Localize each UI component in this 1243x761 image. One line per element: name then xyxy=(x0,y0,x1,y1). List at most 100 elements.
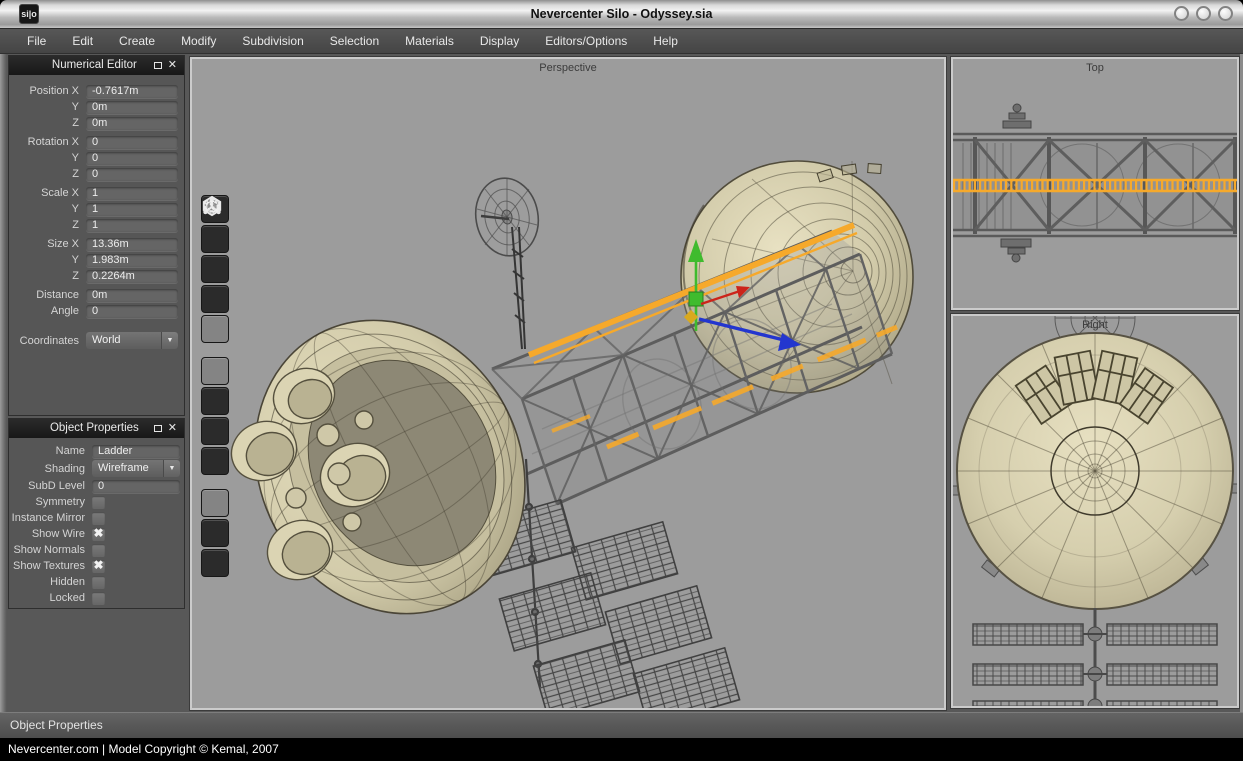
menu-item-help[interactable]: Help xyxy=(640,29,691,53)
input-z[interactable]: 0.2264m xyxy=(86,270,178,283)
input-y[interactable]: 0 xyxy=(86,152,178,165)
field-label: Show Wire xyxy=(9,528,85,540)
field-label: SubD Level xyxy=(9,480,85,492)
multi-mode-button[interactable] xyxy=(201,315,229,343)
property-row: Y0 xyxy=(9,150,184,166)
window-controls xyxy=(1174,6,1233,21)
numerical-editor-header[interactable]: Numerical Editor ✕ xyxy=(9,55,184,75)
object-mode-button[interactable] xyxy=(201,285,229,313)
menu-bar: FileEditCreateModifySubdivisionSelection… xyxy=(0,28,1243,54)
field-label: Name xyxy=(9,445,85,457)
field-label: Show Normals xyxy=(9,544,85,556)
rect-select-button[interactable] xyxy=(201,519,229,547)
field-label: Z xyxy=(9,270,79,282)
property-row: Instance Mirror xyxy=(9,510,184,526)
maximize-button[interactable] xyxy=(1196,6,1211,21)
property-row: Z0 xyxy=(9,166,184,182)
checkbox-symmetry[interactable] xyxy=(92,496,105,509)
menu-item-edit[interactable]: Edit xyxy=(59,29,106,53)
field-label: Symmetry xyxy=(9,496,85,508)
restore-icon[interactable] xyxy=(154,62,162,69)
dish-antenna xyxy=(470,173,545,349)
input-z[interactable]: 0 xyxy=(86,168,178,181)
paint-select-button[interactable] xyxy=(201,489,229,517)
property-row: Show Normals xyxy=(9,542,184,558)
right-viewport[interactable]: Right xyxy=(951,314,1239,708)
menu-item-materials[interactable]: Materials xyxy=(392,29,467,53)
dropdown-shading[interactable]: Wireframe▼ xyxy=(92,460,180,477)
perspective-viewport[interactable]: Perspective xyxy=(190,57,946,710)
input-y[interactable]: 1.983m xyxy=(86,254,178,267)
window-title: Nevercenter Silo - Odyssey.sia xyxy=(0,7,1243,21)
status-bar: Object Properties xyxy=(0,712,1243,738)
close-button[interactable] xyxy=(1218,6,1233,21)
main-content: Numerical Editor ✕ Position X-0.7617mY0m… xyxy=(0,54,1243,712)
input-name[interactable]: Ladder xyxy=(92,445,180,458)
panel-title: Object Properties xyxy=(9,422,154,434)
input-distance[interactable]: 0m xyxy=(86,289,178,302)
chevron-down-icon[interactable]: ▼ xyxy=(161,332,178,349)
checkbox-show-textures[interactable]: ✖ xyxy=(92,560,105,573)
top-scene xyxy=(953,59,1237,308)
checkbox-show-normals[interactable] xyxy=(92,544,105,557)
restore-icon[interactable] xyxy=(154,425,162,432)
lasso-select-icon xyxy=(201,195,223,217)
solar-boom xyxy=(526,459,541,687)
input-y[interactable]: 1 xyxy=(86,203,178,216)
menu-item-display[interactable]: Display xyxy=(467,29,532,53)
field-group: Distance0mAngle0 xyxy=(9,287,184,319)
input-z[interactable]: 0m xyxy=(86,117,178,130)
chevron-down-icon[interactable]: ▼ xyxy=(163,460,180,477)
checkbox-hidden[interactable] xyxy=(92,576,105,589)
input-rotation-x[interactable]: 0 xyxy=(86,136,178,149)
dock-edge-left xyxy=(0,54,7,712)
field-group: Size X13.36mY1.983mZ0.2264m xyxy=(9,236,184,284)
edge-mode-button[interactable] xyxy=(201,225,229,253)
top-viewport[interactable]: Top xyxy=(951,57,1239,310)
property-row: SubD Level 0 xyxy=(9,478,184,494)
viewport-toolbar xyxy=(201,195,231,579)
viewport-label-top: Top xyxy=(953,62,1237,74)
numerical-editor-panel: Numerical Editor ✕ Position X-0.7617mY0m… xyxy=(8,55,185,416)
property-row: Hidden xyxy=(9,574,184,590)
field-label: Z xyxy=(9,117,79,129)
field-label: Y xyxy=(9,101,79,113)
title-bar[interactable]: si|o Nevercenter Silo - Odyssey.sia xyxy=(0,0,1243,28)
checkbox-show-wire[interactable]: ✖ xyxy=(92,528,105,541)
input-y[interactable]: 0m xyxy=(86,101,178,114)
rotate-tool-button[interactable] xyxy=(201,387,229,415)
input-size-x[interactable]: 13.36m xyxy=(86,238,178,251)
property-row: Y1.983m xyxy=(9,252,184,268)
footer-text: Nevercenter.com | Model Copyright © Kema… xyxy=(8,742,279,756)
input-z[interactable]: 1 xyxy=(86,219,178,232)
input-angle[interactable]: 0 xyxy=(86,305,178,318)
scale-tool-button[interactable] xyxy=(201,417,229,445)
object-properties-panel: Object Properties ✕ NameLadderShadingWir… xyxy=(8,418,185,609)
property-row: Symmetry xyxy=(9,494,184,510)
minimize-button[interactable] xyxy=(1174,6,1189,21)
menu-item-subdivision[interactable]: Subdivision xyxy=(229,29,316,53)
input-position-x[interactable]: -0.7617m xyxy=(86,85,178,98)
input-scale-x[interactable]: 1 xyxy=(86,187,178,200)
property-row: Name Ladder xyxy=(9,443,184,459)
field-label: Y xyxy=(9,203,79,215)
menu-item-create[interactable]: Create xyxy=(106,29,168,53)
input-subd-level[interactable]: 0 xyxy=(92,480,180,493)
menu-item-selection[interactable]: Selection xyxy=(317,29,392,53)
check-icon: ✖ xyxy=(92,558,105,572)
sphere-front-view xyxy=(957,333,1233,609)
close-icon[interactable]: ✕ xyxy=(168,423,177,433)
field-label: Show Textures xyxy=(9,560,85,572)
dropdown-coordinates[interactable]: World▼ xyxy=(86,332,178,349)
menu-item-editors-options[interactable]: Editors/Options xyxy=(532,29,640,53)
menu-item-file[interactable]: File xyxy=(14,29,59,53)
face-mode-button[interactable] xyxy=(201,255,229,283)
close-icon[interactable]: ✕ xyxy=(168,60,177,70)
checkbox-locked[interactable] xyxy=(92,592,105,605)
menu-item-modify[interactable]: Modify xyxy=(168,29,229,53)
universal-manipulator-button[interactable] xyxy=(201,447,229,475)
lasso-select-button[interactable] xyxy=(201,549,229,577)
move-tool-button[interactable] xyxy=(201,357,229,385)
checkbox-instance-mirror[interactable] xyxy=(92,512,105,525)
object-properties-header[interactable]: Object Properties ✕ xyxy=(9,418,184,438)
